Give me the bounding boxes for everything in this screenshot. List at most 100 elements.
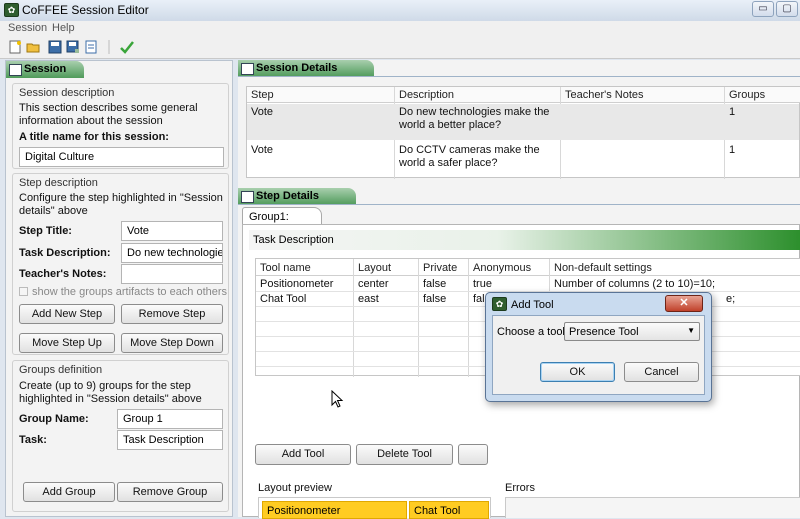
column-header[interactable]: Teacher's Notes xyxy=(565,89,644,101)
ok-button[interactable]: OK xyxy=(540,362,615,382)
menu-help[interactable]: Help xyxy=(52,22,75,34)
column-header[interactable]: Non-default settings xyxy=(554,262,652,274)
save-icon[interactable] xyxy=(48,40,62,54)
chevron-down-icon: ▼ xyxy=(687,326,695,335)
column-header[interactable]: Step xyxy=(251,89,274,101)
add-tool-dialog: ✿ Add Tool ✕ Choose a tool: Presence Too… xyxy=(485,292,712,402)
table-row[interactable]: Vote Do CCTV cameras make the world a sa… xyxy=(247,142,799,178)
table-header: Tool name Layout Private Anonymous Non-d… xyxy=(256,259,800,276)
minimize-button[interactable]: ▭ xyxy=(752,1,774,17)
settings-cell: e; xyxy=(726,293,736,305)
group-name-label: Group Name: xyxy=(19,413,89,425)
layout-cell: center xyxy=(358,278,389,290)
app-icon: ✿ xyxy=(492,297,507,311)
groups-definition-group: Groups definition Create (up to 9) group… xyxy=(12,360,229,512)
cancel-button[interactable]: Cancel xyxy=(624,362,699,382)
move-step-down-button[interactable]: Move Step Down xyxy=(121,333,223,353)
private-cell: false xyxy=(423,293,447,305)
step-details-header: Step Details xyxy=(238,188,356,205)
task-description-label: Task Description: xyxy=(19,247,111,259)
group-task-input[interactable]: Task Description xyxy=(117,430,223,450)
remove-group-button[interactable]: Remove Group xyxy=(117,482,223,502)
add-tool-button[interactable]: Add Tool xyxy=(255,444,351,465)
table-header: Step Description Teacher's Notes Groups xyxy=(247,87,800,103)
preview-center-pane: Positionometer xyxy=(262,501,407,519)
column-header[interactable]: Layout xyxy=(358,262,391,274)
session-panel-title: Session xyxy=(24,63,67,75)
private-cell: false xyxy=(423,278,447,290)
column-header[interactable]: Description xyxy=(399,89,454,101)
layout-cell: east xyxy=(358,293,379,305)
window-title: CoFFEE Session Editor xyxy=(22,3,149,17)
step-description-label: Step description xyxy=(19,177,98,189)
tool-select[interactable]: Presence Tool ▼ xyxy=(564,322,700,341)
add-new-step-button[interactable]: Add New Step xyxy=(19,304,115,324)
step-details-title: Step Details xyxy=(256,190,319,202)
save-as-icon[interactable] xyxy=(66,40,80,54)
close-icon[interactable]: ✕ xyxy=(665,295,703,312)
session-description-label: Session description xyxy=(19,87,115,99)
remove-step-button[interactable]: Remove Step xyxy=(121,304,223,324)
session-title-input[interactable]: Digital Culture xyxy=(19,147,224,167)
step-title-label: Step Title: xyxy=(19,225,72,237)
step-cell: Vote xyxy=(251,144,274,156)
step-description-group: Step description Configure the step high… xyxy=(12,173,229,355)
right-panel: Session Details Step Description Teacher… xyxy=(238,60,800,519)
toolbar xyxy=(0,37,800,59)
session-title-label: A title name for this session: xyxy=(19,131,169,143)
session-details-title: Session Details xyxy=(256,62,338,74)
group-task-label: Task: xyxy=(19,434,47,446)
teachers-notes-label: Teacher's Notes: xyxy=(19,268,107,280)
step-title-input[interactable]: Vote xyxy=(121,221,223,241)
show-artifacts-label: show the groups artifacts to each others xyxy=(32,286,228,298)
maximize-button[interactable]: ▢ xyxy=(776,1,798,17)
show-artifacts-checkbox[interactable] xyxy=(19,287,28,296)
choose-tool-label: Choose a tool: xyxy=(497,326,568,338)
divider xyxy=(468,259,469,377)
validate-check-icon[interactable] xyxy=(120,40,134,54)
panel-icon xyxy=(241,191,254,203)
table-row[interactable]: Vote Do new technologies make the world … xyxy=(247,104,799,140)
teachers-notes-input[interactable] xyxy=(121,264,223,284)
layout-preview-label: Layout preview xyxy=(258,482,332,494)
column-header[interactable]: Private xyxy=(423,262,457,274)
session-panel: Session Session description This section… xyxy=(5,60,233,517)
groups-cell: 1 xyxy=(729,106,736,118)
preview-east-pane: Chat Tool xyxy=(409,501,489,519)
description-cell: Do new technologies make the world a bet… xyxy=(399,106,550,131)
delete-tool-button[interactable]: Delete Tool xyxy=(356,444,453,465)
tool-name-cell: Positionometer xyxy=(260,278,334,290)
column-header[interactable]: Groups xyxy=(729,89,765,101)
menu-bar: Session Help xyxy=(0,21,800,37)
mouse-cursor-icon xyxy=(331,390,344,408)
task-description-input[interactable]: Do new technologies xyxy=(121,243,223,263)
add-group-button[interactable]: Add Group xyxy=(23,482,115,502)
session-description-group: Session description This section describ… xyxy=(12,83,229,169)
tab-group1[interactable]: Group1: Group 1 xyxy=(242,207,322,235)
table-row[interactable]: Positionometer center false true Number … xyxy=(256,278,800,292)
errors-box xyxy=(505,497,800,518)
description-cell: Do CCTV cameras make the world a safer p… xyxy=(399,144,540,169)
session-details-header: Session Details xyxy=(238,60,374,77)
hidden-button[interactable] xyxy=(458,444,488,465)
menu-session[interactable]: Session xyxy=(8,22,47,34)
dialog-title: Add Tool xyxy=(511,299,554,311)
settings-cell: Number of columns (2 to 10)=10; xyxy=(554,278,716,290)
tool-name-cell: Chat Tool xyxy=(260,293,307,305)
divider xyxy=(353,259,354,377)
save-all-icon[interactable] xyxy=(84,40,98,54)
panel-icon xyxy=(241,63,254,75)
session-description-help: This section describes some general info… xyxy=(19,102,198,127)
open-folder-icon[interactable] xyxy=(26,40,40,54)
title-bar: ✿ CoFFEE Session Editor ▭ ▢ xyxy=(0,0,800,21)
task-description-bar: Task Description xyxy=(249,230,800,250)
errors-label: Errors xyxy=(505,482,535,494)
new-file-icon[interactable] xyxy=(8,40,22,54)
divider xyxy=(238,204,800,205)
groups-definition-help: Create (up to 9) groups for the step hig… xyxy=(19,380,202,405)
move-step-up-button[interactable]: Move Step Up xyxy=(19,333,115,353)
column-header[interactable]: Tool name xyxy=(260,262,311,274)
group-name-input[interactable]: Group 1 xyxy=(117,409,223,429)
column-header[interactable]: Anonymous xyxy=(473,262,531,274)
session-details-table: Step Description Teacher's Notes Groups … xyxy=(246,86,800,179)
